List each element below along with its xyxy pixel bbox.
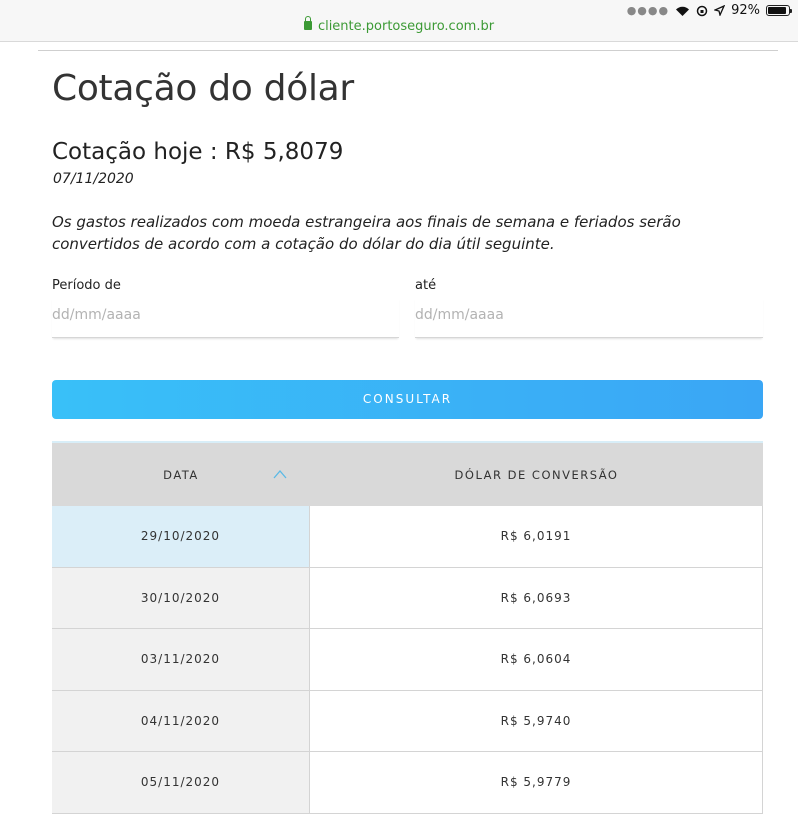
column-header-date[interactable]: DATA bbox=[52, 443, 310, 506]
location-icon bbox=[714, 5, 726, 16]
battery-icon bbox=[766, 5, 792, 16]
wifi-icon bbox=[676, 6, 690, 16]
from-date-label: Período de bbox=[52, 278, 121, 293]
from-date-field[interactable] bbox=[52, 297, 399, 338]
row-date: 30/10/2020 bbox=[52, 567, 310, 628]
signal-dots-icon: ●●●● bbox=[626, 4, 670, 17]
row-date: 29/10/2020 bbox=[52, 506, 310, 567]
row-date: 03/11/2020 bbox=[52, 629, 310, 690]
address-bar[interactable]: cliente.portoseguro.com.br bbox=[0, 16, 798, 34]
table-header: DATA DÓLAR DE CONVERSÃO bbox=[52, 443, 763, 506]
today-date: 07/11/2020 bbox=[53, 171, 134, 187]
lock-icon bbox=[303, 16, 312, 30]
rates-table: DATA DÓLAR DE CONVERSÃO 29/10/2020 R$ 6,… bbox=[52, 441, 763, 814]
row-rate: R$ 6,0191 bbox=[310, 506, 763, 567]
from-date-input[interactable] bbox=[52, 297, 399, 333]
url-text: cliente.portoseguro.com.br bbox=[317, 19, 495, 34]
to-date-input[interactable] bbox=[415, 297, 763, 333]
table-row[interactable]: 05/11/2020 R$ 5,9779 bbox=[52, 752, 763, 814]
row-rate: R$ 6,0693 bbox=[310, 567, 763, 628]
table-row[interactable]: 04/11/2020 R$ 5,9740 bbox=[52, 690, 763, 752]
to-date-label: até bbox=[415, 278, 437, 293]
row-date: 05/11/2020 bbox=[52, 752, 310, 813]
table-row[interactable]: 30/10/2020 R$ 6,0693 bbox=[52, 567, 763, 629]
row-date: 04/11/2020 bbox=[52, 690, 310, 751]
chevron-up-icon[interactable] bbox=[273, 468, 287, 482]
notice-text: Os gastos realizados com moeda estrangei… bbox=[52, 213, 681, 253]
table-row[interactable]: 29/10/2020 R$ 6,0191 bbox=[52, 506, 763, 568]
to-date-field[interactable] bbox=[415, 297, 763, 338]
orientation-lock-icon bbox=[696, 5, 708, 16]
table-row[interactable]: 03/11/2020 R$ 6,0604 bbox=[52, 629, 763, 691]
column-header-rate[interactable]: DÓLAR DE CONVERSÃO bbox=[310, 443, 763, 506]
status-indicators: ●●●● 92% bbox=[626, 3, 792, 18]
battery-percent: 92% bbox=[731, 3, 760, 18]
page-title: Cotação do dólar bbox=[52, 68, 354, 109]
row-rate: R$ 5,9779 bbox=[310, 752, 763, 813]
browser-bar: cliente.portoseguro.com.br ●●●● 92% bbox=[0, 0, 798, 42]
row-rate: R$ 6,0604 bbox=[310, 629, 763, 690]
row-rate: R$ 5,9740 bbox=[310, 690, 763, 751]
consultar-button[interactable]: CONSULTAR bbox=[52, 380, 763, 419]
divider bbox=[38, 50, 778, 51]
today-rate: Cotação hoje : R$ 5,8079 bbox=[52, 139, 344, 165]
